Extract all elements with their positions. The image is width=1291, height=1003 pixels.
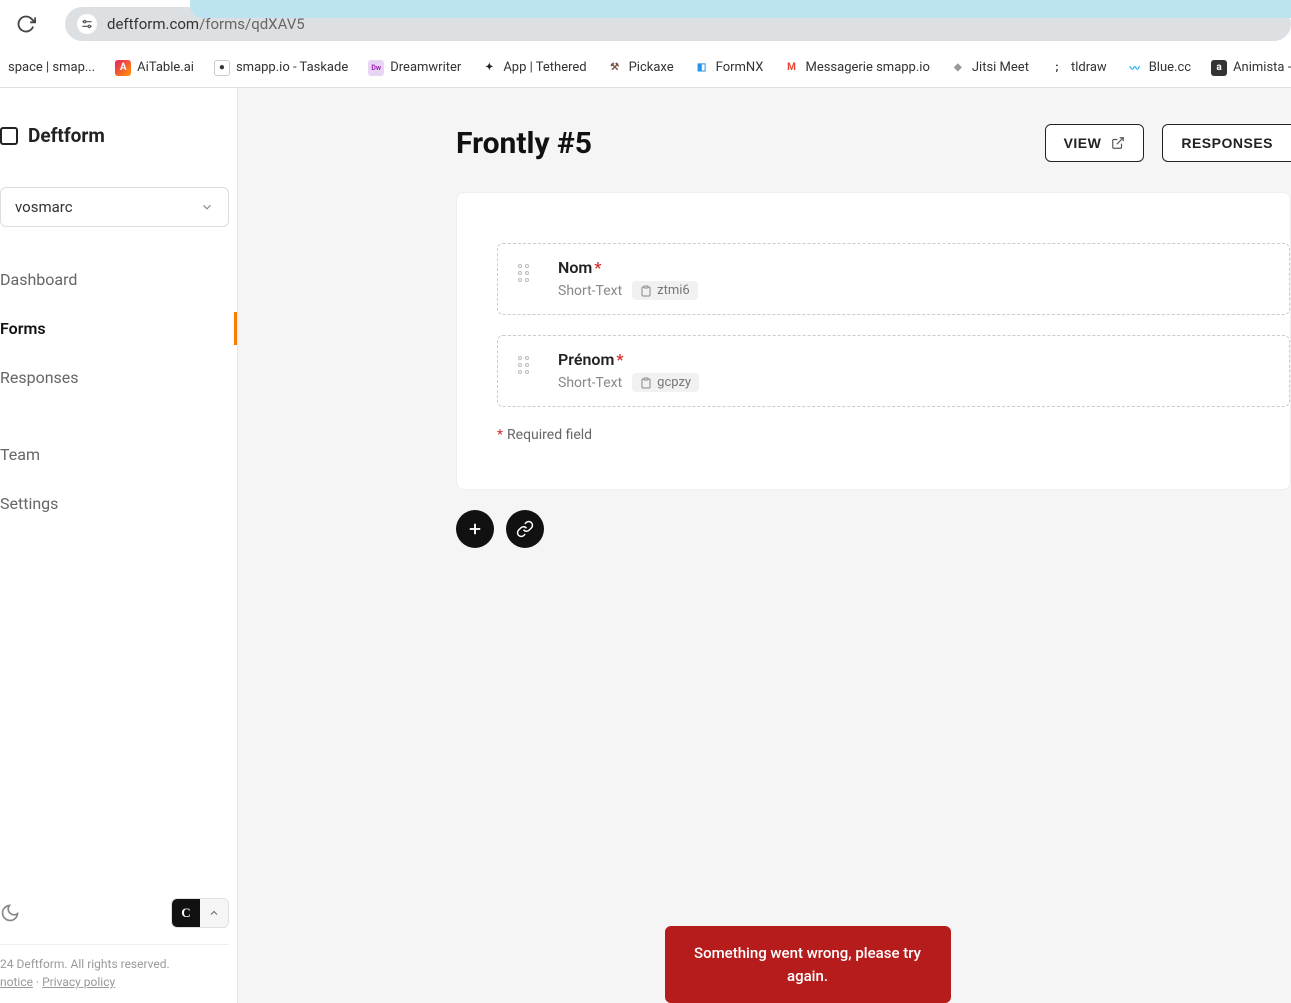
bookmark-item[interactable]: ✦App | Tethered — [481, 60, 586, 76]
form-field[interactable]: Prénom* Short-Text gcpzy — [497, 335, 1290, 407]
link-icon — [516, 520, 534, 538]
bookmark-item[interactable]: space | smap... — [8, 60, 95, 75]
brand-name: Deftform — [28, 124, 105, 147]
clipboard-icon — [640, 285, 652, 297]
bookmark-item[interactable]: aAnimista - On-Dem... — [1211, 60, 1291, 76]
bookmark-item[interactable]: ◧FormNX — [694, 60, 764, 76]
nav-forms[interactable]: Forms — [0, 304, 237, 353]
drag-handle-icon[interactable] — [518, 350, 538, 374]
theme-dark-button[interactable]: C — [172, 899, 200, 927]
logo-icon — [0, 127, 18, 145]
privacy-link[interactable]: Privacy policy — [42, 975, 115, 989]
nav-settings[interactable]: Settings — [0, 479, 237, 528]
bookmark-item[interactable]: 〰Blue.cc — [1127, 60, 1191, 76]
field-code-badge[interactable]: ztmi6 — [632, 281, 698, 300]
bookmark-item[interactable]: ●smapp.io - Taskade — [214, 60, 348, 76]
link-button[interactable] — [506, 510, 544, 548]
add-field-button[interactable] — [456, 510, 494, 548]
nav-responses[interactable]: Responses — [0, 353, 237, 402]
bookmark-item[interactable]: AAiTable.ai — [115, 60, 194, 76]
legal-notice-link[interactable]: notice — [0, 975, 33, 989]
field-type: Short-Text — [558, 283, 622, 299]
bookmarks-bar: space | smap... AAiTable.ai ●smapp.io - … — [0, 48, 1291, 88]
chevron-up-icon — [208, 907, 220, 919]
sidebar: Deftform vosmarc Dashboard Forms Respons… — [0, 88, 238, 1003]
form-card: Nom* Short-Text ztmi6 Prénom* — [456, 192, 1291, 490]
external-link-icon — [1111, 136, 1125, 150]
field-label: Prénom* — [558, 350, 1269, 369]
bookmark-item[interactable]: MMessagerie smapp.io — [783, 60, 929, 76]
moon-icon[interactable] — [0, 903, 20, 923]
copyright: 24 Deftform. All rights reserved. notice… — [0, 955, 229, 991]
top-banner — [190, 0, 1291, 18]
responses-button[interactable]: RESPONSES — [1162, 124, 1291, 162]
plus-icon — [466, 520, 484, 538]
bookmark-item[interactable]: ◆Jitsi Meet — [950, 60, 1029, 76]
nav-dashboard[interactable]: Dashboard — [0, 255, 237, 304]
site-settings-icon[interactable] — [77, 14, 97, 34]
bookmark-item[interactable]: ;tldraw — [1049, 60, 1107, 76]
view-button[interactable]: VIEW — [1045, 124, 1145, 162]
workspace-name: vosmarc — [15, 198, 73, 216]
chevron-down-icon — [200, 200, 214, 214]
field-label: Nom* — [558, 258, 1269, 277]
bookmark-item[interactable]: DwDreamwriter — [368, 60, 461, 76]
error-toast: Something went wrong, please try again. — [665, 926, 951, 1003]
reload-button[interactable] — [15, 13, 37, 35]
field-code-badge[interactable]: gcpzy — [632, 373, 699, 392]
bookmark-item[interactable]: ⚒Pickaxe — [607, 60, 674, 76]
form-field[interactable]: Nom* Short-Text ztmi6 — [497, 243, 1290, 315]
page-title: Frontly #5 — [456, 126, 592, 161]
drag-handle-icon[interactable] — [518, 258, 538, 282]
workspace-dropdown[interactable]: vosmarc — [0, 187, 229, 227]
field-type: Short-Text — [558, 375, 622, 391]
brand-logo[interactable]: Deftform — [0, 88, 237, 187]
theme-light-button[interactable] — [200, 899, 228, 927]
clipboard-icon — [640, 377, 652, 389]
required-note: *Required field — [497, 427, 1290, 443]
nav-team[interactable]: Team — [0, 430, 237, 479]
